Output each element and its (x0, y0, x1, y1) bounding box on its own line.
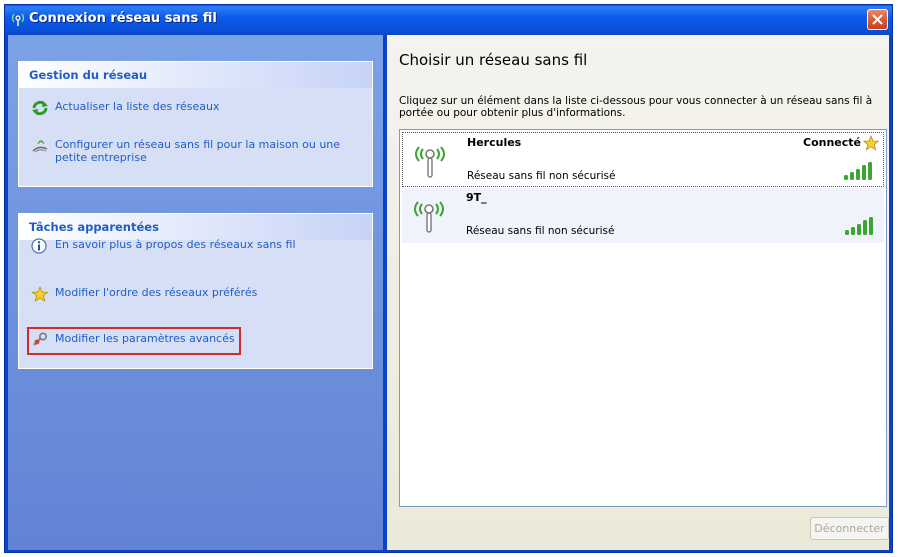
wireless-network-icon (414, 201, 444, 233)
signal-strength-icon (844, 162, 872, 180)
task-label: Actualiser la liste des réseaux (55, 100, 220, 113)
info-icon (31, 238, 47, 254)
network-name: 9T_ (466, 191, 487, 204)
wizard-icon (32, 140, 48, 153)
change-preferred-order-link[interactable]: Modifier l'ordre des réseaux préférés (31, 286, 257, 302)
network-security: Réseau sans fil non sécurisé (466, 225, 615, 237)
disconnect-button[interactable]: Déconnecter (810, 517, 889, 540)
preferred-network-star-icon (863, 135, 879, 151)
learn-more-wireless-link[interactable]: En savoir plus à propos des réseaux sans… (31, 238, 296, 254)
task-label: Modifier l'ordre des réseaux préférés (55, 286, 258, 299)
wireless-network-icon (415, 146, 445, 178)
highlight-box (27, 327, 241, 355)
task-pane: Gestion du réseau Actualiser la liste de… (8, 35, 383, 550)
close-button[interactable] (867, 9, 888, 30)
wireless-title-icon (11, 13, 25, 26)
window-title: Connexion réseau sans fil (29, 11, 217, 26)
task-label: En savoir plus à propos des réseaux sans… (55, 238, 296, 251)
page-title: Choisir un réseau sans fil (399, 51, 588, 69)
instructions-text: Cliquez sur un élément dans la liste ci-… (399, 95, 873, 119)
network-security: Réseau sans fil non sécurisé (467, 170, 616, 182)
signal-strength-icon (845, 217, 873, 235)
network-tasks-header: Gestion du réseau (19, 62, 372, 88)
network-item-9t[interactable]: 9T_ Réseau sans fil non sécurisé (402, 188, 884, 243)
content-pane: Choisir un réseau sans fil Cliquez sur u… (387, 35, 889, 550)
related-tasks-group: Tâches apparentées En savoir plus à prop… (18, 213, 373, 369)
network-name: Hercules (467, 136, 522, 149)
setup-wireless-network-link[interactable]: Configurer un réseau sans fil pour la ma… (31, 138, 361, 164)
connection-status: Connecté (803, 136, 861, 149)
title-bar[interactable]: Connexion réseau sans fil (5, 5, 892, 35)
star-icon (31, 286, 49, 302)
network-list[interactable]: Hercules Réseau sans fil non sécurisé Co… (399, 129, 887, 507)
refresh-network-list-link[interactable]: Actualiser la liste des réseaux (31, 100, 220, 116)
network-tasks-group: Gestion du réseau Actualiser la liste de… (18, 61, 373, 187)
related-tasks-header: Tâches apparentées (19, 214, 372, 240)
close-icon (872, 14, 883, 25)
refresh-icon (32, 100, 48, 116)
window: Connexion réseau sans fil Gestion du rés… (4, 4, 893, 553)
task-label: Configurer un réseau sans fil pour la ma… (55, 138, 341, 164)
network-item-hercules[interactable]: Hercules Réseau sans fil non sécurisé Co… (402, 132, 884, 187)
